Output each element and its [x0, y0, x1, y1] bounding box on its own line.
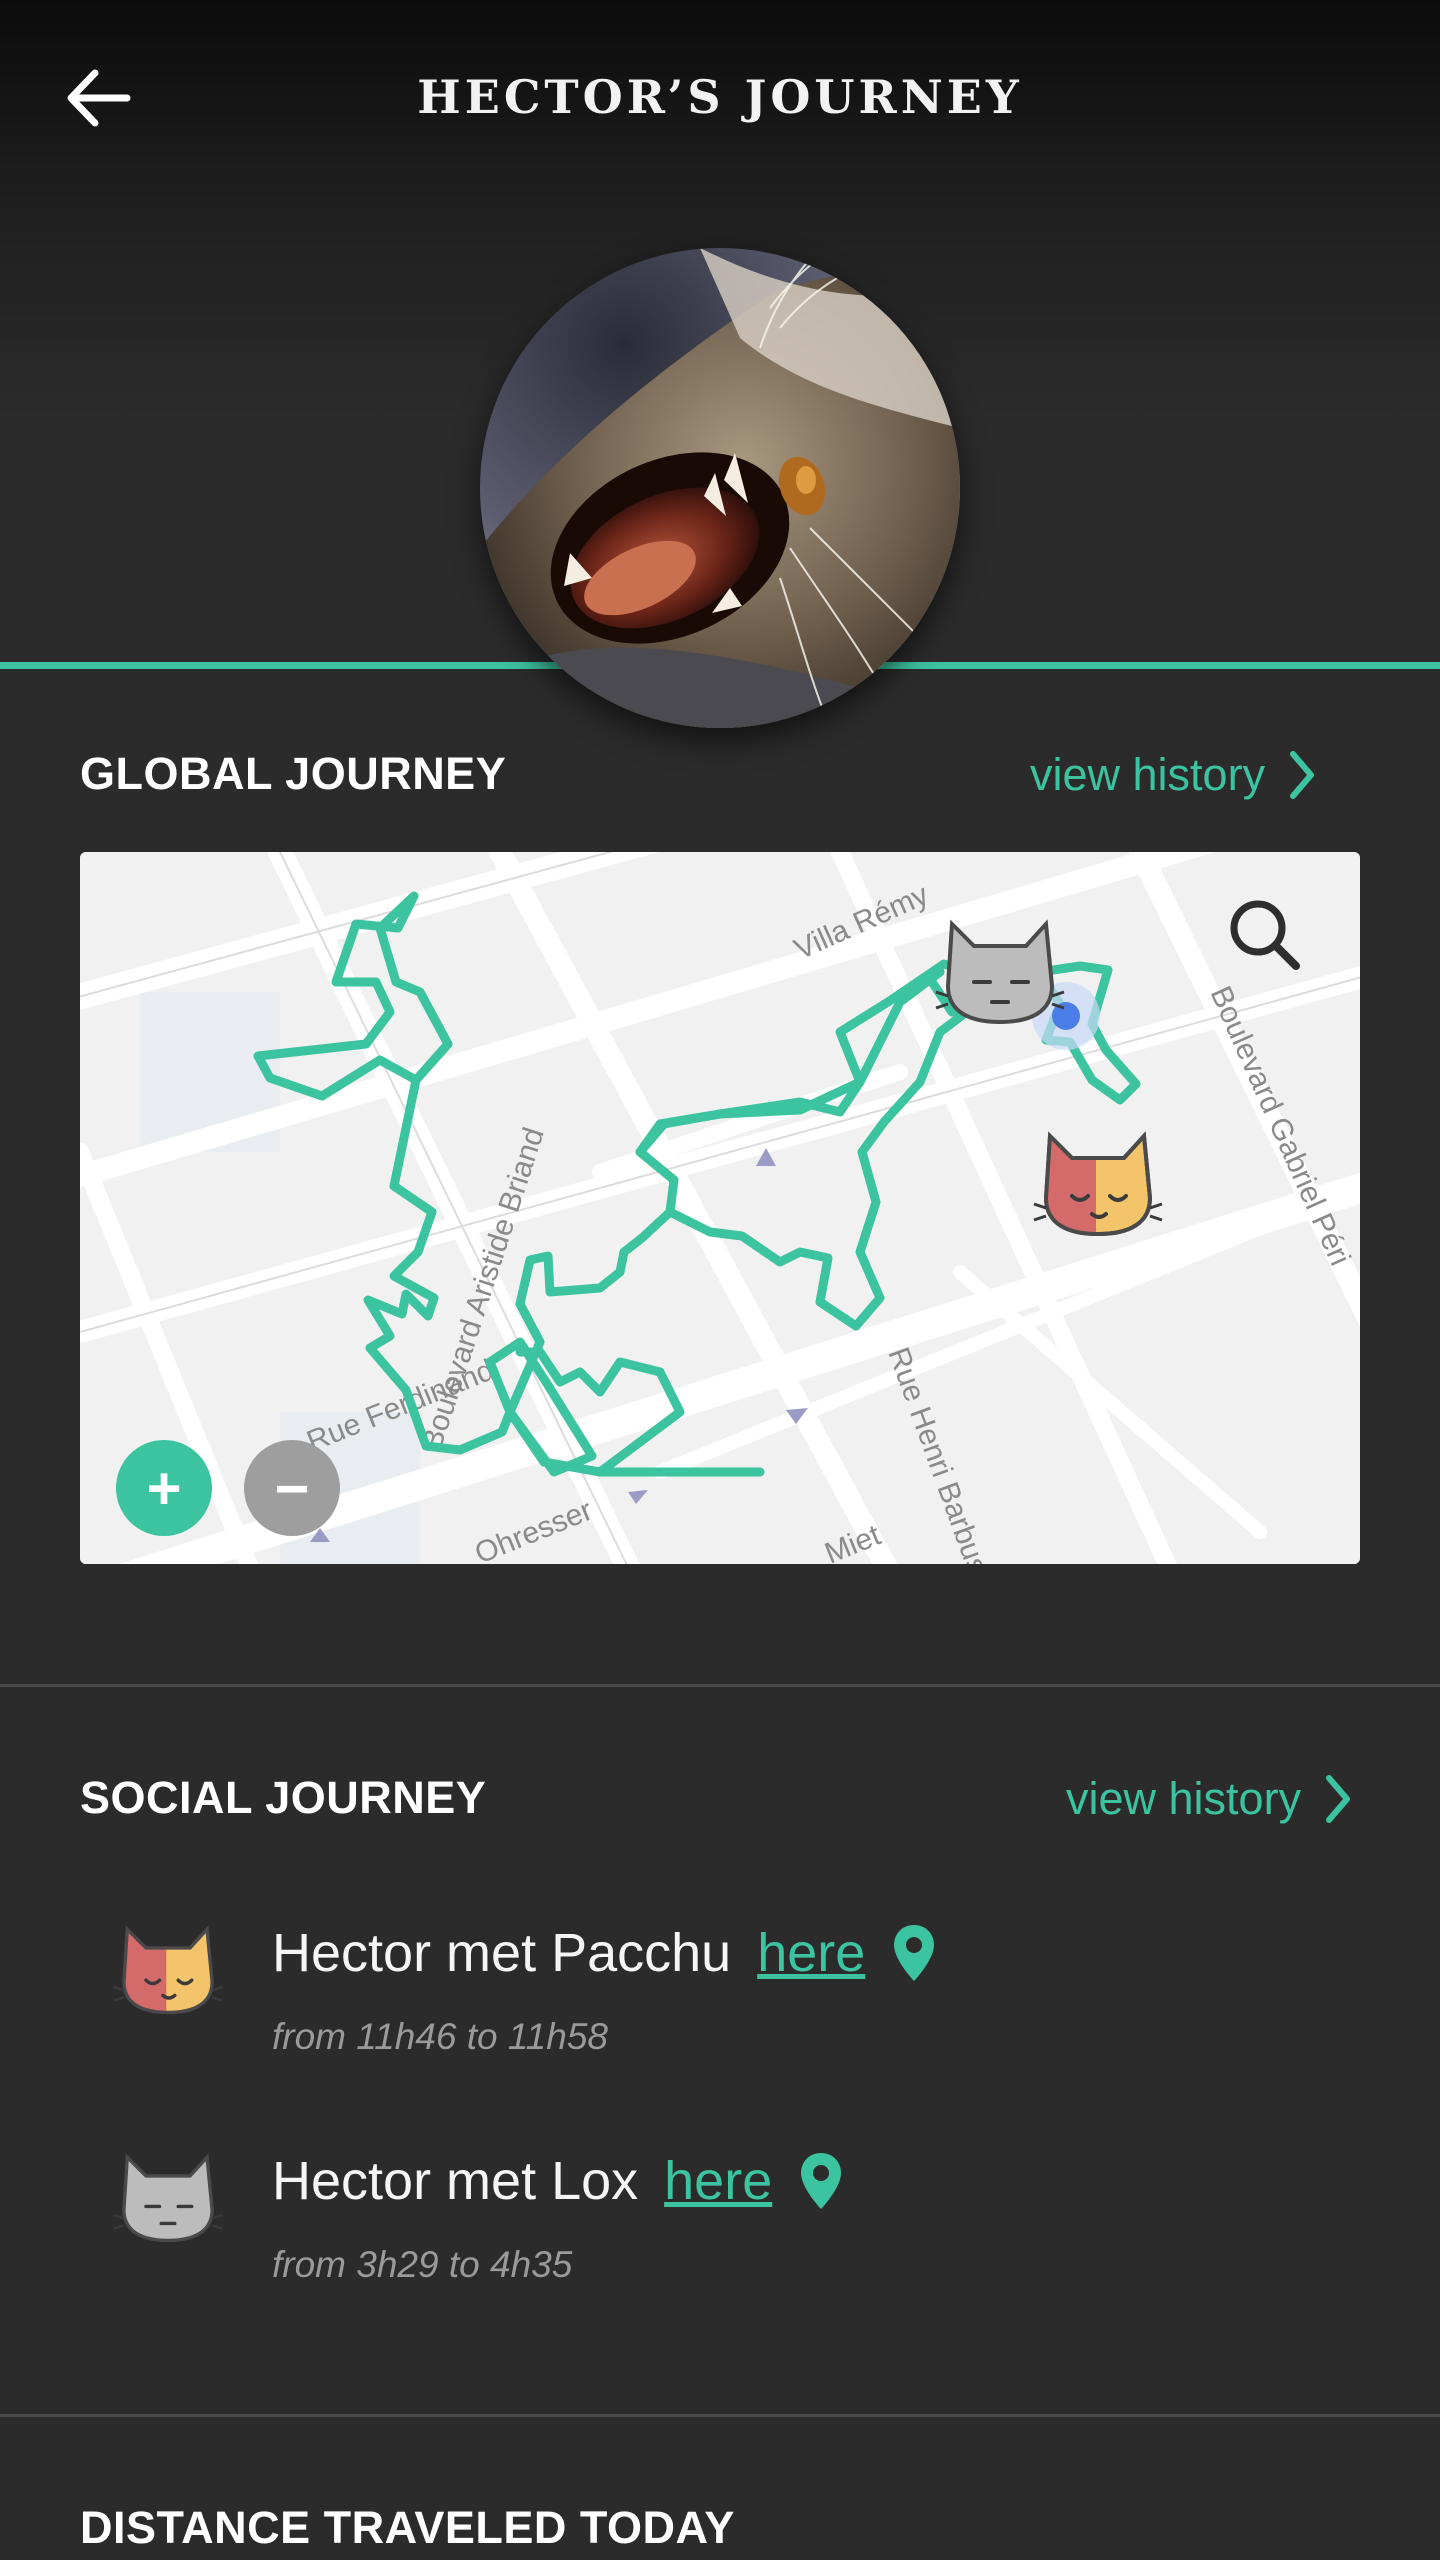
global-journey-title: GLOBAL JOURNEY	[80, 748, 507, 799]
social-view-history-link[interactable]: view history	[1066, 1772, 1353, 1826]
view-history-label: view history	[1066, 1773, 1302, 1824]
view-history-label: view history	[1030, 749, 1266, 800]
list-item: Hector met Pacchu here from 11h46 to 11h…	[112, 1914, 1352, 2114]
list-item: Hector met Lox here from 3h29 to 4h35	[112, 2142, 1352, 2342]
zoom-in-button[interactable]: +	[116, 1440, 212, 1536]
page-title: HECTOR’S JOURNEY	[417, 70, 1023, 124]
section-divider	[0, 2414, 1440, 2417]
meet-time: from 11h46 to 11h58	[272, 2016, 608, 2057]
cat-avatar	[480, 248, 960, 728]
meet-location-link[interactable]: here	[664, 2150, 772, 2212]
journey-map[interactable]: Villa Rémy Boulevard Gabriel Péri Boulev…	[80, 852, 1360, 1564]
calico-cat-icon	[113, 1925, 223, 2015]
meet-location-link[interactable]: here	[757, 1922, 865, 1984]
social-journey-title: SOCIAL JOURNEY	[80, 1772, 487, 1823]
meet-text: Hector met Pacchu	[272, 1923, 732, 1983]
chevron-right-icon	[1326, 1775, 1351, 1823]
map-pin-icon[interactable]	[798, 2151, 844, 2211]
distance-title: DISTANCE TRAVELED TODAY	[80, 2502, 735, 2553]
zoom-out-button[interactable]: −	[244, 1440, 340, 1536]
magnifier-icon	[1230, 900, 1300, 970]
grey-cat-icon	[113, 2153, 223, 2243]
chevron-right-icon	[1290, 751, 1315, 799]
map-search-button[interactable]	[1220, 890, 1310, 980]
map-pin-icon[interactable]	[891, 1923, 937, 1983]
meet-text: Hector met Lox	[272, 2151, 639, 2211]
section-divider	[0, 1684, 1440, 1687]
meet-time: from 3h29 to 4h35	[272, 2244, 573, 2285]
global-view-history-link[interactable]: view history	[1030, 748, 1317, 802]
